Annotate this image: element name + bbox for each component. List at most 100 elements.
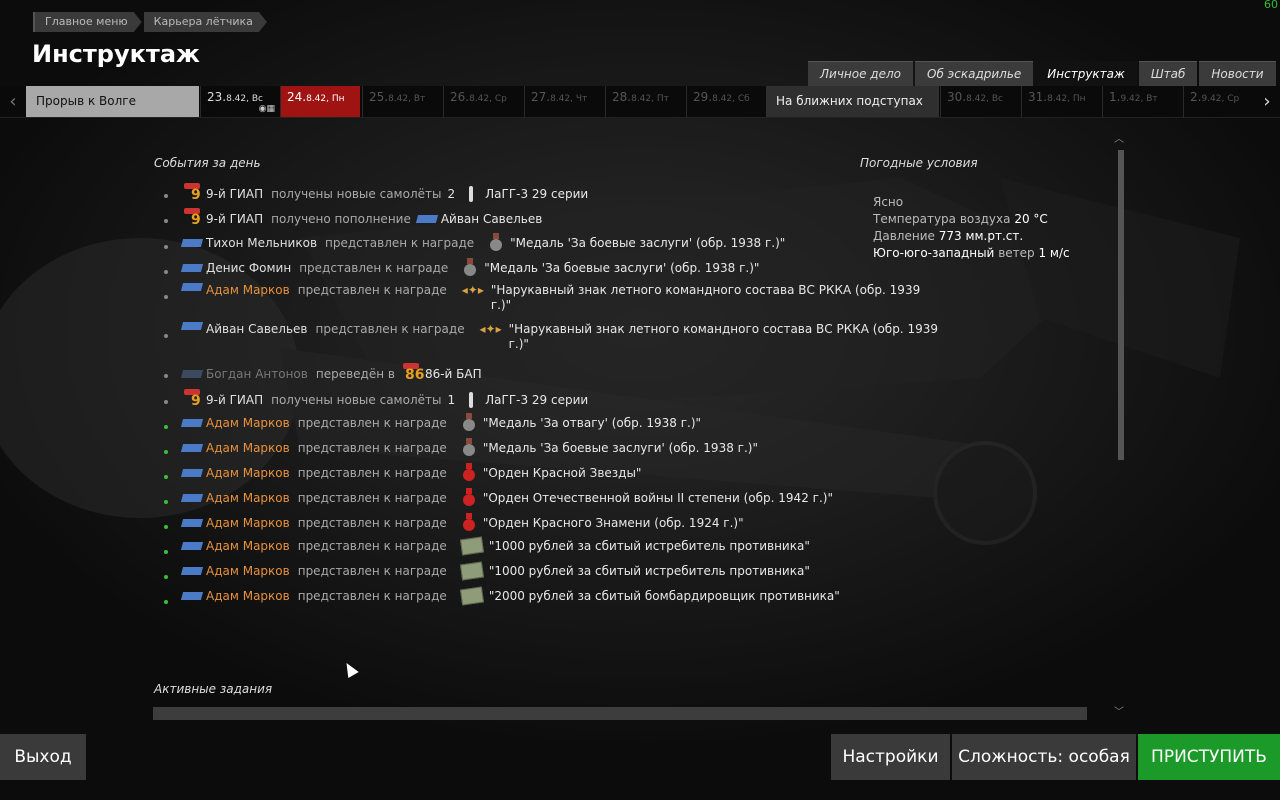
start-button[interactable]: ПРИСТУПИТЬ xyxy=(1138,734,1280,780)
event-bullet xyxy=(164,334,168,338)
timeline-day[interactable]: 29.8.42, Сб xyxy=(686,86,766,117)
weather-temperature: Температура воздуха 20 °C xyxy=(873,212,1048,226)
event-content: 9 9-й ГИАП получены новые самолёты 2 ЛаГГ-3 … xyxy=(182,182,588,206)
scroll-down-icon[interactable]: ﹀ xyxy=(1114,703,1124,718)
event-content: Тихон Мельников представлен к награде "Мед… xyxy=(180,233,785,253)
event-bullet xyxy=(164,450,168,454)
timeline-operation-right[interactable]: На ближних подступах xyxy=(766,86,939,117)
event-bullet xyxy=(164,550,168,554)
events-title: События за день xyxy=(154,156,261,170)
order-icon xyxy=(461,513,477,533)
event-object: "1000 рублей за сбитый истребитель проти… xyxy=(488,538,810,553)
timeline-day[interactable]: 2.9.42, Ср xyxy=(1183,86,1263,117)
timeline-day[interactable]: 23.8.42, Вс ◉▦ xyxy=(200,86,280,117)
tab-squadron[interactable]: Об эскадрилье xyxy=(915,61,1034,87)
event-actor[interactable]: Адам Марков xyxy=(206,466,290,481)
event-verb: представлен к награде xyxy=(297,538,447,553)
event-verb: представлен к награде xyxy=(299,260,449,275)
medal-icon xyxy=(461,438,477,458)
unit-emblem-icon: 86 xyxy=(401,362,424,386)
event-actor[interactable]: Тихон Мельников xyxy=(206,236,317,251)
tasks-title: Активные задания xyxy=(154,682,273,696)
event-object: "Орден Красной Звезды" xyxy=(482,465,642,480)
difficulty-button[interactable]: Сложность: особая xyxy=(952,734,1136,780)
top-tabs: Личное дело Об эскадрилье Инструктаж Шта… xyxy=(808,61,1278,87)
event-bullet xyxy=(164,374,168,378)
event-verb: представлен к награде xyxy=(297,440,447,455)
event-content: Айван Савельев представлен к награде ◂✦▸ "Н… xyxy=(180,322,938,352)
event-bullet xyxy=(164,194,168,198)
event-actor[interactable]: Адам Марков xyxy=(206,589,290,604)
timeline-day[interactable]: 30.8.42, Вс xyxy=(940,86,1020,117)
pilot-rank-icon xyxy=(180,444,204,452)
pilot-rank-icon xyxy=(180,419,204,427)
timeline-day[interactable]: 31.8.42, Пн xyxy=(1021,86,1101,117)
timeline-day[interactable]: 27.8.42, Чт xyxy=(524,86,604,117)
event-actor[interactable]: Адам Марков xyxy=(206,283,290,298)
event-content: Адам Марков представлен к награде "Медаль … xyxy=(180,438,758,458)
event-content: 9 9-й ГИАП получены новые самолёты 1 ЛаГГ-3 … xyxy=(182,388,588,412)
event-verb: получены новые самолёты xyxy=(271,392,442,407)
pilot-rank-icon xyxy=(180,567,204,575)
timeline-day[interactable]: 25.8.42, Вт xyxy=(362,86,442,117)
exit-button[interactable]: Выход xyxy=(0,734,86,780)
breadcrumb-main-menu[interactable]: Главное меню xyxy=(33,12,142,32)
sleeve-badge-icon: ◂✦▸ xyxy=(479,322,502,336)
event-actor[interactable]: Адам Марков xyxy=(206,441,290,456)
event-actor[interactable]: Денис Фомин xyxy=(206,261,291,276)
event-verb: представлен к награде xyxy=(297,588,447,603)
timeline-day[interactable]: 26.8.42, Ср xyxy=(443,86,523,117)
event-object: 86-й БАП xyxy=(424,366,482,381)
event-bullet xyxy=(164,219,168,223)
event-object: "Медаль 'За боевые заслуги' (обр. 1938 г… xyxy=(482,440,758,455)
event-content: Денис Фомин представлен к награде "Медаль … xyxy=(180,258,759,278)
scrollbar-thumb[interactable] xyxy=(1118,150,1124,460)
event-actor[interactable]: Адам Марков xyxy=(206,564,290,579)
timeline-day[interactable]: 28.8.42, Пт xyxy=(605,86,685,117)
event-bullet xyxy=(164,295,168,299)
timeline-day[interactable]: 24.8.42, Пн xyxy=(280,86,360,117)
timeline-left-arrow-icon[interactable]: ‹ xyxy=(3,86,23,117)
event-object: "Нарукавный знак летного командного сост… xyxy=(490,283,921,297)
event-actor[interactable]: Адам Марков xyxy=(206,416,290,431)
event-actor[interactable]: Адам Марков xyxy=(206,539,290,554)
event-bullet xyxy=(164,600,168,604)
breadcrumb-pilot-career[interactable]: Карьера лётчика xyxy=(144,12,267,32)
money-reward-icon xyxy=(459,536,484,556)
event-actor: 9-й ГИАП xyxy=(206,186,264,201)
scroll-up-icon[interactable]: ︿ xyxy=(1114,130,1124,145)
event-actor[interactable]: Адам Марков xyxy=(206,491,290,506)
tab-personal-file[interactable]: Личное дело xyxy=(808,61,913,87)
event-count: 1 xyxy=(447,392,456,407)
money-reward-icon xyxy=(459,561,484,581)
event-content: 9 9-й ГИАП получено пополнение Айван Савель… xyxy=(182,207,542,231)
event-actor[interactable]: Айван Савельев xyxy=(206,322,307,337)
timeline-operation-left[interactable]: Прорыв к Волге xyxy=(26,86,199,117)
weather-wind: Юго-юго-западный ветер 1 м/с xyxy=(873,246,1070,260)
medal-icon xyxy=(462,258,478,278)
tab-briefing[interactable]: Инструктаж xyxy=(1035,61,1137,87)
event-object: "Орден Отечественной войны II степени (о… xyxy=(482,490,833,505)
pilot-rank-icon xyxy=(415,215,438,223)
unit-emblem-icon: 9 xyxy=(182,182,204,206)
event-object: "2000 рублей за сбитый бомбардировщик пр… xyxy=(488,588,840,603)
calendar-icon: ◉▦ xyxy=(258,104,275,114)
campaign-timeline: ‹ Прорыв к Волге На ближних подступах › … xyxy=(0,86,1280,118)
event-bullet xyxy=(164,500,168,504)
money-reward-icon xyxy=(459,586,484,606)
event-object: Айван Савельев xyxy=(440,211,543,226)
weather-sky: Ясно xyxy=(873,195,904,209)
event-object-continued: г.)" xyxy=(490,298,512,312)
timeline-day[interactable]: 1.9.42, Вт xyxy=(1102,86,1182,117)
event-count: 2 xyxy=(447,186,456,201)
event-verb: переведён в xyxy=(315,366,395,381)
event-actor[interactable]: Адам Марков xyxy=(206,516,290,531)
tab-hq[interactable]: Штаб xyxy=(1138,61,1198,87)
event-content: Адам Марков представлен к награде "Орден К… xyxy=(180,513,744,533)
tab-news[interactable]: Новости xyxy=(1199,61,1276,87)
event-actor[interactable]: Богдан Антонов xyxy=(206,367,308,382)
event-content: Адам Марков представлен к награде "Медаль … xyxy=(180,413,701,433)
event-content: Адам Марков представлен к награде "Орден О… xyxy=(180,488,833,508)
event-bullet xyxy=(164,475,168,479)
settings-button[interactable]: Настройки xyxy=(831,734,950,780)
